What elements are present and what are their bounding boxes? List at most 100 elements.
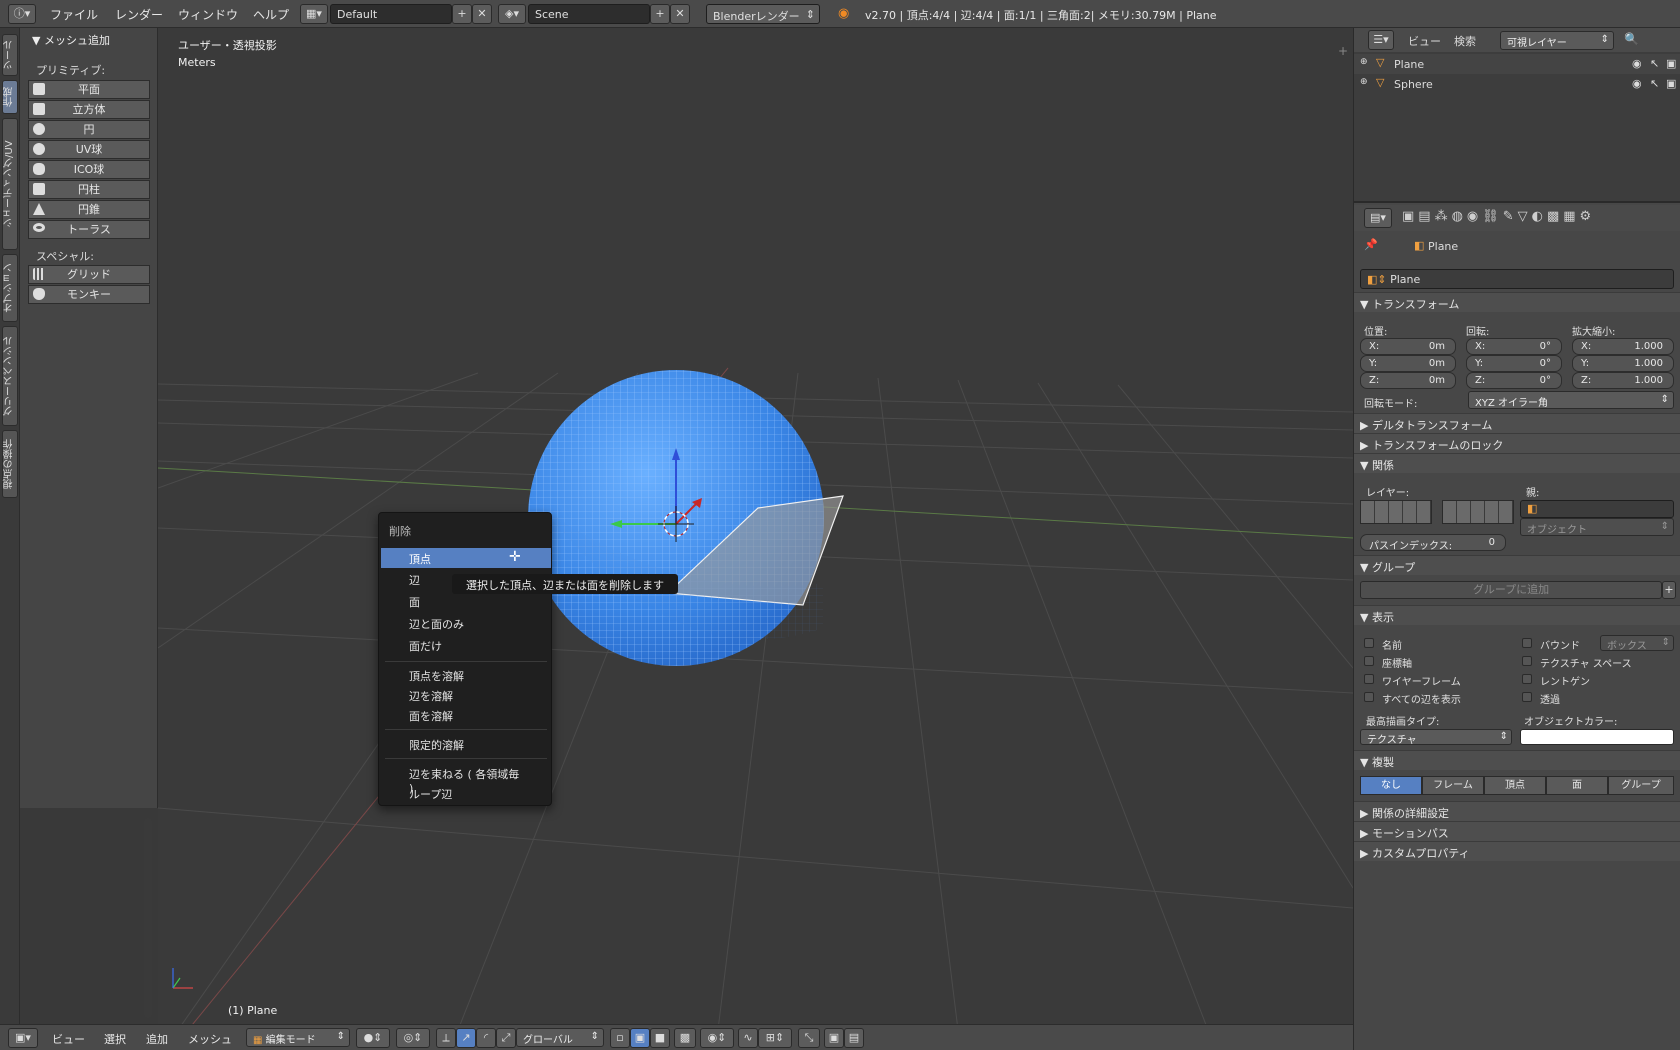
scale-y-field[interactable]: Y: 1.000: [1572, 355, 1674, 372]
tab-grease-pencil[interactable]: グリースペンシル: [2, 326, 18, 426]
screen-layout-icon[interactable]: ▦▾: [300, 4, 328, 24]
panel-display[interactable]: ▼ 表示: [1354, 605, 1680, 625]
add-circle-button[interactable]: 円: [28, 120, 150, 139]
checkbox-axis[interactable]: [1364, 656, 1374, 666]
pin-icon[interactable]: 📌: [1364, 238, 1378, 251]
menu-item-dissolve-faces[interactable]: 面を溶解: [381, 705, 551, 725]
snap-toggle-icon[interactable]: ∿: [738, 1028, 758, 1048]
dupli-verts-button[interactable]: 頂点: [1484, 776, 1546, 795]
pivot-point-icon[interactable]: ◎⇕: [396, 1028, 430, 1048]
menu-view[interactable]: ビュー: [52, 1031, 85, 1047]
translate-manipulator-icon[interactable]: ↗: [456, 1028, 476, 1048]
location-x-field[interactable]: X: 0m: [1360, 338, 1456, 355]
outliner-object-name[interactable]: Plane: [1394, 58, 1424, 71]
opengl-render-icon[interactable]: ▣: [824, 1028, 844, 1048]
object-color-swatch[interactable]: [1520, 729, 1674, 745]
outliner-editor-type-icon[interactable]: ☰▾: [1368, 30, 1394, 50]
menu-item-dissolve-vertices[interactable]: 頂点を溶解: [381, 665, 551, 685]
outliner-row-sphere[interactable]: ⊕ ▽ Sphere ◉ ↖ ▣: [1354, 74, 1680, 94]
checkbox-bounds[interactable]: [1522, 638, 1532, 648]
3d-viewport[interactable]: ユーザー・透視投影 Meters (1) Plane +: [158, 28, 1353, 1030]
transform-orientation-select[interactable]: グローバル ⇕: [516, 1028, 604, 1047]
add-cylinder-button[interactable]: 円柱: [28, 180, 150, 199]
face-select-icon[interactable]: ■: [650, 1028, 670, 1048]
scale-manipulator-icon[interactable]: ⤢: [496, 1028, 516, 1048]
add-cone-button[interactable]: 円錐: [28, 200, 150, 219]
scale-x-field[interactable]: X: 1.000: [1572, 338, 1674, 355]
panel-duplication[interactable]: ▼ 複製: [1354, 750, 1680, 770]
parent-field[interactable]: ◧: [1520, 500, 1674, 518]
add-group-plus-button[interactable]: +: [1662, 581, 1676, 599]
panel-transform-lock[interactable]: ▶ トランスフォームのロック: [1354, 433, 1680, 453]
add-screen-button[interactable]: +: [452, 4, 472, 24]
add-cube-button[interactable]: 立方体: [28, 100, 150, 119]
object-name-field[interactable]: ◧⇕ Plane: [1360, 269, 1674, 289]
menu-help[interactable]: ヘルプ: [253, 6, 289, 23]
snap-element-icon[interactable]: ⊞⇕: [758, 1028, 792, 1048]
viewport-shading-icon[interactable]: ●⇕: [356, 1028, 390, 1048]
checkbox-name[interactable]: [1364, 638, 1374, 648]
panel-transform[interactable]: ▼ トランスフォーム: [1354, 292, 1680, 312]
menu-item-dissolve-edges[interactable]: 辺を溶解: [381, 685, 551, 705]
select-arrow-icon[interactable]: ↖: [1650, 77, 1659, 90]
panel-relations[interactable]: ▼ 関係: [1354, 453, 1680, 473]
rotation-x-field[interactable]: X: 0°: [1466, 338, 1562, 355]
menu-item-edges-faces-only[interactable]: 辺と面のみ: [381, 613, 551, 633]
outliner-search-icon[interactable]: 🔍: [1624, 32, 1639, 46]
checkbox-texture-space[interactable]: [1522, 656, 1532, 666]
bounds-type-select[interactable]: ボックス ⇕: [1600, 635, 1674, 652]
outliner-row-plane[interactable]: ⊕ ▽ Plane ◉ ↖ ▣: [1354, 54, 1680, 74]
add-plane-button[interactable]: 平面: [28, 80, 150, 99]
remove-scene-button[interactable]: ✕: [670, 4, 690, 24]
properties-editor-type-icon[interactable]: ▤▾: [1364, 208, 1392, 228]
parent-type-select[interactable]: オブジェクト ⇕: [1520, 518, 1674, 536]
add-mesh-header[interactable]: ▼ メッシュ追加: [32, 32, 110, 48]
panel-motion-paths[interactable]: ▶ モーションパス: [1354, 821, 1680, 841]
layer-buttons-left[interactable]: [1360, 500, 1432, 524]
add-ico-sphere-button[interactable]: ICO球: [28, 160, 150, 179]
tool-shelf-scrollbar[interactable]: [144, 818, 152, 1018]
menu-select[interactable]: 選択: [104, 1031, 126, 1047]
visibility-eye-icon[interactable]: ◉: [1632, 57, 1642, 70]
tab-view-navigation[interactable]: 視点の操作: [2, 430, 18, 498]
select-arrow-icon[interactable]: ↖: [1650, 57, 1659, 70]
rotate-manipulator-icon[interactable]: ◜: [476, 1028, 496, 1048]
visibility-eye-icon[interactable]: ◉: [1632, 77, 1642, 90]
menu-render[interactable]: レンダー: [115, 6, 163, 23]
dupli-none-button[interactable]: なし: [1360, 776, 1422, 795]
add-grid-button[interactable]: グリッド: [28, 265, 150, 284]
rotation-z-field[interactable]: Z: 0°: [1466, 372, 1562, 389]
add-monkey-button[interactable]: モンキー: [28, 285, 150, 304]
mode-select[interactable]: ▦ 編集モード ⇕: [246, 1028, 350, 1047]
menu-item-edge-collapse[interactable]: 辺を束ねる ( 各領域毎 ): [381, 763, 551, 795]
manipulator-toggle-icon[interactable]: ⟂: [436, 1028, 456, 1048]
add-uv-sphere-button[interactable]: UV球: [28, 140, 150, 159]
tab-tools[interactable]: ツール: [2, 34, 18, 76]
menu-item-vertices[interactable]: 頂点 ✛: [381, 548, 551, 568]
outliner-menu-view[interactable]: ビュー: [1408, 33, 1441, 49]
proportional-edit-icon[interactable]: ◉⇕: [700, 1028, 734, 1048]
dupli-faces-button[interactable]: 面: [1546, 776, 1608, 795]
max-draw-type-select[interactable]: テクスチャ ⇕: [1360, 729, 1512, 746]
layer-filter-select[interactable]: 可視レイヤー ⇕: [1500, 31, 1614, 50]
menu-item-only-faces[interactable]: 面だけ: [381, 635, 551, 655]
checkbox-xray[interactable]: [1522, 674, 1532, 684]
checkbox-wireframe[interactable]: [1364, 674, 1374, 684]
expand-icon[interactable]: ⊕: [1360, 77, 1368, 87]
menu-item-edge-loops[interactable]: ループ辺: [381, 783, 551, 803]
menu-item-faces[interactable]: 面: [381, 591, 551, 611]
viewport-corner-plus-icon[interactable]: +: [1338, 44, 1348, 58]
scene-name-field[interactable]: Scene: [528, 4, 650, 24]
scene-icon[interactable]: ◈▾: [498, 4, 526, 24]
screen-name-field[interactable]: Default: [330, 4, 452, 24]
info-icon[interactable]: ⓘ▾: [8, 4, 36, 24]
vertex-select-icon[interactable]: ▫: [610, 1028, 630, 1048]
tab-create[interactable]: 作成: [2, 80, 18, 114]
properties-context-tabs[interactable]: ▣▤⁂◍◉⛓✎▽◐▩▦⚙: [1402, 209, 1595, 224]
dupli-group-button[interactable]: グループ: [1608, 776, 1674, 795]
render-camera-icon[interactable]: ▣: [1666, 57, 1676, 70]
menu-file[interactable]: ファイル: [50, 6, 98, 23]
location-z-field[interactable]: Z: 0m: [1360, 372, 1456, 389]
add-scene-button[interactable]: +: [650, 4, 670, 24]
outliner-menu-search[interactable]: 検索: [1454, 33, 1476, 49]
